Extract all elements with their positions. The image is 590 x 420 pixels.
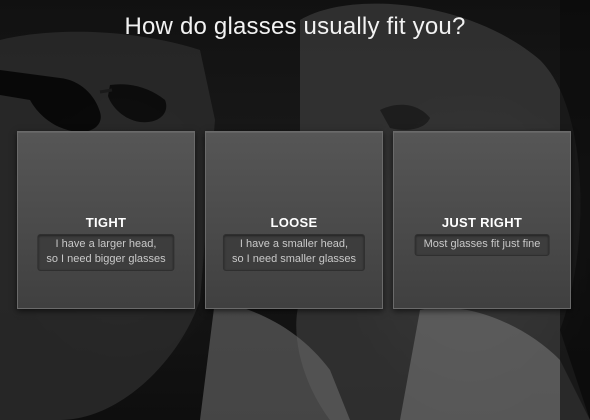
- option-description-line: so I need smaller glasses: [231, 253, 357, 265]
- option-card-just-right[interactable]: JUST RIGHT Most glasses fit just fine: [393, 131, 571, 309]
- option-card-loose[interactable]: LOOSE I have a smaller head, so I need s…: [205, 131, 383, 309]
- option-title: TIGHT: [85, 215, 127, 230]
- option-card-tight[interactable]: TIGHT I have a larger head, so I need bi…: [17, 131, 195, 309]
- page-title: How do glasses usually fit you?: [124, 13, 466, 40]
- option-description-line: so I need bigger glasses: [46, 253, 166, 265]
- option-description-line: Most glasses fit just fine: [423, 238, 541, 250]
- option-description-line: I have a larger head,: [55, 238, 157, 250]
- option-title: JUST RIGHT: [441, 215, 523, 230]
- option-title: LOOSE: [270, 215, 318, 230]
- fit-question-screen: How do glasses usually fit you? TIGHT I …: [0, 0, 590, 420]
- option-description-line: I have a smaller head,: [239, 238, 349, 250]
- option-description: I have a larger head, so I need bigger g…: [37, 234, 175, 271]
- option-description: Most glasses fit just fine: [414, 234, 550, 256]
- option-description: I have a smaller head, so I need smaller…: [222, 234, 366, 271]
